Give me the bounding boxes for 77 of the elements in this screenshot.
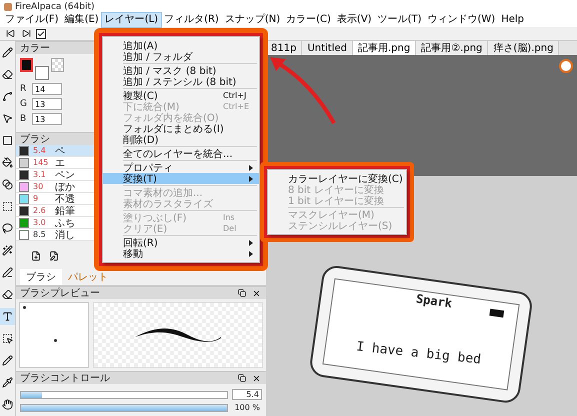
brush-size: 30: [33, 182, 44, 191]
panel-tab[interactable]: ブラシ: [20, 269, 62, 285]
brush-size: 8.5: [33, 230, 47, 239]
menu-item[interactable]: 複製(C) Ctrl+J: [103, 90, 259, 101]
channel-label: R: [20, 84, 28, 94]
opacity-reading: 100 %: [234, 403, 261, 412]
menu-item[interactable]: 削除(D): [103, 134, 259, 145]
brush-name: ふち: [55, 216, 75, 230]
menu-bar-item[interactable]: 編集(E): [62, 13, 102, 27]
channel-label: G: [20, 99, 28, 109]
brush-size: 3.0: [33, 218, 47, 227]
brush-name: 鉛筆: [55, 204, 75, 218]
menu-item[interactable]: 追加 / マスク (8 bit): [103, 65, 259, 76]
app-icon: [4, 2, 12, 10]
document-tab[interactable]: 811p: [266, 41, 302, 55]
transparent-color-swatch[interactable]: [51, 58, 64, 72]
menu-bar-item[interactable]: レイヤー(L): [102, 13, 162, 27]
brush-name: 消し: [55, 228, 75, 242]
text-tool-icon[interactable]: [0, 308, 15, 326]
brush-size: 145: [33, 158, 50, 167]
checkbox[interactable]: [36, 28, 46, 38]
document-tab[interactable]: Untitled: [302, 41, 353, 55]
restore-icon[interactable]: [236, 372, 248, 384]
document-tab[interactable]: 痒さ(脳).png: [488, 41, 560, 55]
next-frame-icon[interactable]: [20, 28, 32, 40]
brush-size: 9: [33, 194, 40, 203]
brush-name: ペン: [55, 168, 75, 182]
brush-name: ぼか: [55, 180, 75, 194]
panel-title: ブラシコントロール: [20, 372, 110, 385]
menu-item[interactable]: 全てのレイヤーを統合...: [103, 148, 259, 159]
brush-size: 3.1: [33, 170, 47, 179]
foreground-color-swatch[interactable]: [20, 58, 34, 72]
artwork-heading: Spark: [415, 292, 453, 310]
previous-frame-icon[interactable]: [4, 28, 16, 40]
document-tab[interactable]: 記事用②.png: [416, 41, 488, 55]
brush-dot-preview: [19, 302, 89, 368]
edit-page-icon[interactable]: [48, 250, 60, 262]
brush-name: 不透: [55, 192, 75, 206]
menu-bar-item[interactable]: 表示(V): [334, 13, 375, 27]
document-tab[interactable]: 記事用.png: [353, 41, 416, 55]
size-field[interactable]: 5.4: [232, 389, 262, 400]
menu-item[interactable]: 変換(T): [103, 173, 259, 184]
menu-item[interactable]: 回転(R): [103, 237, 259, 248]
channel-field[interactable]: 14: [32, 83, 62, 95]
brush-name: エ: [55, 156, 65, 170]
brush-size: 2.6: [33, 206, 47, 215]
menu-item[interactable]: カラーレイヤーに変換(C): [268, 173, 406, 184]
channel-label: B: [20, 114, 28, 124]
brush-size: 5.4: [33, 146, 47, 155]
restore-icon[interactable]: [236, 287, 248, 299]
brush-size-slider[interactable]: [20, 390, 228, 398]
new-page-icon[interactable]: [30, 250, 42, 262]
menu-bar-item[interactable]: ツール(T): [374, 13, 424, 27]
menu-item[interactable]: 移動: [103, 248, 259, 259]
menu-item[interactable]: 追加 / ステンシル (8 bit): [103, 76, 259, 87]
artwork-caption: I have a big bed: [356, 340, 482, 368]
menu-bar-item[interactable]: ウィンドウ(W): [424, 13, 498, 27]
menu-bar-item[interactable]: ファイル(F): [2, 13, 62, 27]
channel-field[interactable]: 13: [32, 98, 62, 110]
panel-title: ブラシ: [20, 132, 50, 146]
menu-item[interactable]: 追加 / フォルダ: [103, 51, 259, 62]
menu-bar-item[interactable]: フィルタ(R): [161, 13, 222, 27]
menu-bar-item[interactable]: カラー(C): [283, 13, 334, 27]
mascot-icon: [559, 59, 573, 73]
menu-item[interactable]: プロパティ: [103, 162, 259, 173]
channel-field[interactable]: 13: [32, 113, 62, 125]
panel-tab[interactable]: パレット: [62, 269, 114, 285]
arrow-annotation: [268, 55, 338, 125]
panel-title: カラー: [20, 42, 50, 55]
menu-item[interactable]: 追加(A): [103, 40, 259, 51]
menu-bar-item[interactable]: Help: [498, 13, 528, 27]
menu-item[interactable]: フォルダにまとめる(I): [103, 123, 259, 134]
window-title: FireAlpaca (64bit): [15, 2, 94, 12]
panel-title: ブラシプレビュー: [20, 286, 100, 300]
brush-name: ペ: [55, 144, 65, 158]
background-color-swatch[interactable]: [35, 66, 49, 80]
menu-bar-item[interactable]: スナップ(N): [222, 13, 284, 27]
